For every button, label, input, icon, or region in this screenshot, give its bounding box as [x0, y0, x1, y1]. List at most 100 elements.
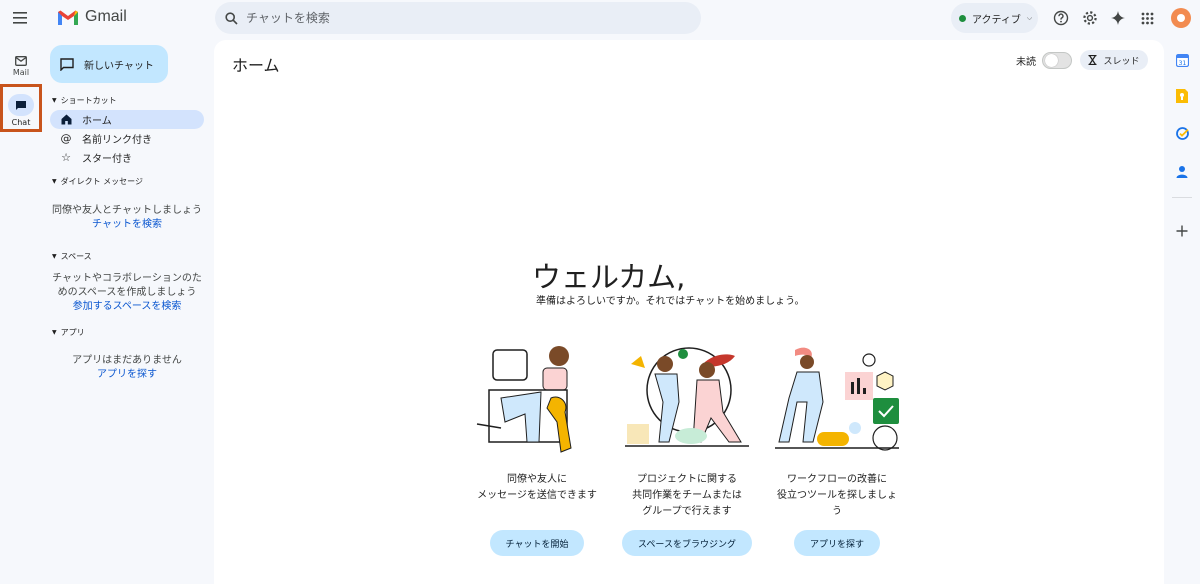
app-rail: Mail Chat	[0, 38, 42, 584]
apps-empty-state: アプリはまだありません アプリを探す	[42, 354, 212, 382]
threads-button[interactable]: スレッド	[1080, 50, 1148, 70]
caret-down-icon: ▼	[52, 253, 57, 260]
direct-messages-header[interactable]: ▼ ダイレクト メッセージ	[52, 176, 143, 187]
start-chat-card: 同僚や友人に メッセージを送信できます チャットを開始	[462, 342, 612, 556]
at-icon: @	[60, 132, 72, 145]
sidebar-item-home[interactable]: ホーム	[50, 110, 204, 129]
settings-button[interactable]	[1080, 8, 1100, 28]
contacts-icon	[1176, 165, 1188, 178]
card-text-line: メッセージを送信できます	[477, 490, 597, 501]
contacts-button[interactable]	[1175, 164, 1189, 178]
unread-label: 未読	[1016, 57, 1036, 68]
help-button[interactable]	[1051, 8, 1071, 28]
keep-button[interactable]	[1175, 89, 1189, 103]
hamburger-menu-icon	[13, 12, 27, 24]
gmail-m-icon	[58, 10, 78, 25]
card-description: プロジェクトに関する 共同作業をチームまたは グループで行えます	[632, 472, 742, 520]
apps-grid-icon	[1141, 12, 1153, 24]
card-description: ワークフローの改善に 役立つツールを探しましょ う	[777, 472, 897, 520]
caret-down-icon: ▼	[52, 329, 57, 336]
apps-header[interactable]: ▼ アプリ	[52, 327, 85, 338]
tasks-button[interactable]	[1175, 126, 1189, 140]
spaces-header[interactable]: ▼ スペース	[52, 251, 92, 262]
status-label: アクティブ	[972, 14, 1021, 26]
help-icon	[1053, 10, 1069, 26]
people-chatting-illustration	[476, 346, 572, 453]
apps-grid-button[interactable]	[1137, 8, 1157, 28]
apps-empty-text: アプリはまだありません	[72, 355, 182, 366]
new-chat-button[interactable]: 新しいチャット	[50, 45, 168, 83]
card-text-line: ワークフローの改善に	[787, 474, 887, 485]
rail-mail-label: Mail	[12, 68, 30, 77]
new-chat-label: 新しいチャット	[84, 60, 154, 72]
dm-empty-state: 同僚や友人とチャットしましょう チャットを検索	[42, 204, 212, 232]
spaces-empty-text: チャットやコラボレーションのた	[52, 273, 202, 284]
shortcuts-header-label: ショートカット	[60, 96, 117, 105]
search-input[interactable]	[246, 11, 666, 25]
browse-spaces-card: プロジェクトに関する 共同作業をチームまたは グループで行えます スペースをブラ…	[612, 342, 762, 556]
browse-spaces-button[interactable]: スペースをブラウジング	[622, 530, 752, 556]
gear-icon	[1083, 11, 1097, 25]
chevron-down-icon: ⌵	[1026, 13, 1033, 22]
rail-chat[interactable]: Chat	[0, 94, 42, 127]
card-text-line: う	[832, 506, 842, 517]
sidebar-item-label: ホーム	[82, 116, 112, 127]
sparkle-icon	[1111, 11, 1125, 25]
direct-messages-header-label: ダイレクト メッセージ	[60, 177, 144, 186]
card-text-line: 同僚や友人に	[507, 474, 567, 485]
home-icon	[60, 114, 72, 126]
find-apps-card: ワークフローの改善に 役立つツールを探しましょ う アプリを探す	[762, 342, 912, 556]
star-icon: ☆	[61, 151, 71, 164]
calendar-icon: 31	[1175, 53, 1189, 67]
chat-bubble-icon	[16, 100, 26, 110]
active-status-dot	[959, 14, 966, 22]
new-chat-icon	[60, 57, 74, 71]
search-icon	[225, 11, 238, 25]
tasks-icon	[1175, 126, 1189, 140]
side-panel-rail: 31	[1164, 40, 1200, 584]
account-avatar[interactable]	[1171, 8, 1191, 28]
rail-mail[interactable]: Mail	[0, 56, 42, 77]
find-spaces-link[interactable]: 参加するスペースを検索	[42, 300, 212, 314]
apps-header-label: アプリ	[60, 328, 85, 337]
main-menu-button[interactable]	[8, 6, 32, 30]
sidebar-item-mentions[interactable]: @ 名前リンク付き	[50, 129, 204, 148]
shortcuts-header[interactable]: ▼ ショートカット	[52, 95, 117, 106]
workflow-tools-illustration	[775, 347, 899, 451]
gmail-logo[interactable]: Gmail	[57, 8, 127, 26]
main-panel: ホーム 未読 スレッド ウェルカム, 準備はよろしいですか。それではチャットを始…	[214, 40, 1164, 584]
calendar-button[interactable]: 31	[1175, 53, 1189, 67]
find-apps-link[interactable]: アプリを探す	[42, 368, 212, 382]
card-text-line: プロジェクトに関する	[636, 474, 737, 485]
svg-text:31: 31	[1178, 60, 1186, 67]
start-chat-button[interactable]: チャットを開始	[489, 530, 585, 556]
sidebar-item-label: スター付き	[82, 154, 132, 165]
threads-label: スレッド	[1103, 56, 1140, 67]
hourglass-icon	[1088, 55, 1097, 65]
card-text-line: 共同作業をチームまたは	[632, 490, 742, 501]
chat-sidebar: 新しいチャット ▼ ショートカット ホーム @ 名前リンク付き ☆ スター付き …	[42, 38, 212, 584]
welcome-subheading: 準備はよろしいですか。それではチャットを始めましょう。	[536, 296, 805, 307]
rail-chat-label: Chat	[11, 118, 31, 127]
spaces-empty-text: めのスペースを作成しましょう	[57, 287, 197, 298]
welcome-heading: ウェルカム,	[532, 260, 686, 294]
card-text-line: グループで行えます	[642, 506, 732, 517]
get-addons-button[interactable]	[1175, 224, 1189, 238]
caret-down-icon: ▼	[52, 97, 57, 104]
status-selector[interactable]: アクティブ ⌵	[951, 3, 1038, 33]
dm-empty-text: 同僚や友人とチャットしましょう	[52, 205, 202, 216]
unread-toggle[interactable]	[1042, 52, 1072, 69]
search-bar[interactable]	[215, 2, 701, 34]
find-apps-button[interactable]: アプリを探す	[793, 530, 880, 556]
keep-icon	[1176, 89, 1188, 103]
unread-filter: 未読	[1016, 52, 1072, 69]
mail-icon	[15, 56, 27, 66]
spaces-empty-state: チャットやコラボレーションのた めのスペースを作成しましょう 参加するスペースを…	[42, 272, 212, 314]
caret-down-icon: ▼	[52, 178, 57, 185]
gemini-button[interactable]	[1108, 8, 1128, 28]
top-bar: Gmail アクティブ ⌵	[0, 0, 1200, 38]
card-description: 同僚や友人に メッセージを送信できます	[477, 472, 597, 520]
find-chat-link[interactable]: チャットを検索	[42, 218, 212, 232]
sidebar-item-starred[interactable]: ☆ スター付き	[50, 148, 204, 167]
team-collaboration-illustration	[625, 347, 749, 447]
